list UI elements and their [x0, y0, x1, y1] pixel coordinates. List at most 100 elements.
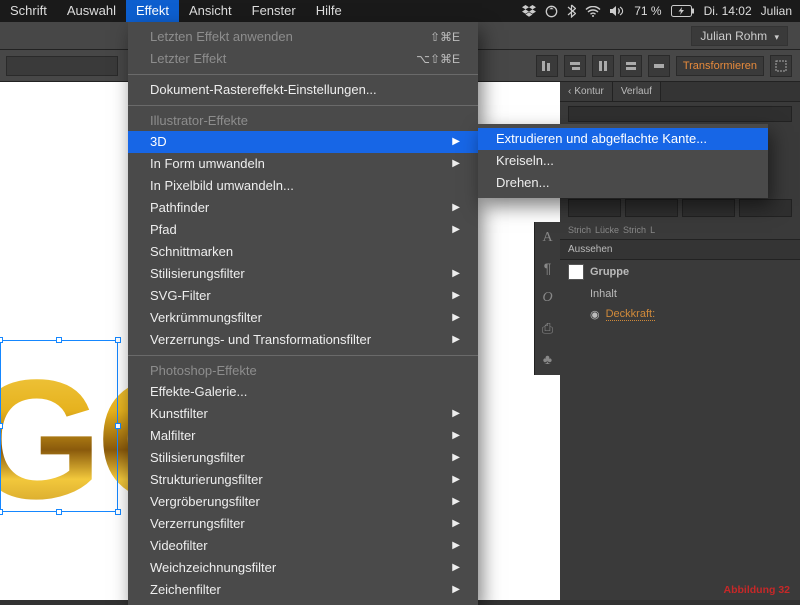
menu-item-doc-raster[interactable]: Dokument-Rastereffekt-Einstellungen...: [128, 79, 478, 101]
menu-item-label: Verzerrungsfilter: [150, 515, 444, 533]
menu-item[interactable]: Videofilter▶: [128, 535, 478, 557]
submenu-arrow-icon: ▶: [452, 199, 460, 217]
stroke-weight-field[interactable]: [568, 106, 792, 122]
menu-header-illustrator: Illustrator-Effekte: [128, 110, 478, 131]
menu-item[interactable]: Verzerrungsfilter▶: [128, 513, 478, 535]
sync-icon[interactable]: [545, 5, 558, 18]
menu-item[interactable]: Schnittmarken: [128, 241, 478, 263]
submenu-arrow-icon: ▶: [452, 427, 460, 445]
selection-handle[interactable]: [115, 509, 121, 515]
submenu-arrow-icon: ▶: [452, 471, 460, 489]
dash-field[interactable]: [682, 199, 735, 217]
align-button-1[interactable]: [536, 55, 558, 77]
submenu-arrow-icon: ▶: [452, 537, 460, 555]
menu-item[interactable]: Strukturierungsfilter ▶: [128, 469, 478, 491]
tab-kontur[interactable]: Kontur: [560, 82, 613, 101]
menu-item[interactable]: Pfad▶: [128, 219, 478, 241]
menu-effekt[interactable]: Effekt: [126, 0, 179, 22]
eye-icon[interactable]: ◉: [590, 308, 600, 321]
menu-item[interactable]: Vergröberungsfilter▶: [128, 491, 478, 513]
menu-item[interactable]: Zeichenfilter ▶: [128, 579, 478, 601]
align-button-4[interactable]: [620, 55, 642, 77]
menu-item[interactable]: Weichzeichnungsfilter▶: [128, 557, 478, 579]
fill-swatch[interactable]: [568, 264, 584, 280]
dash-field[interactable]: [739, 199, 792, 217]
menu-item-label: Schnittmarken: [150, 243, 460, 261]
submenu-item[interactable]: Drehen...: [478, 172, 768, 194]
menu-hilfe[interactable]: Hilfe: [306, 0, 352, 22]
submenu-arrow-icon: ▶: [452, 581, 460, 599]
menu-fenster[interactable]: Fenster: [242, 0, 306, 22]
selection-handle[interactable]: [115, 423, 121, 429]
menu-item-label: Effekte-Galerie...: [150, 383, 460, 401]
submenu-arrow-icon: ▶: [452, 265, 460, 283]
type-panel-icon[interactable]: A: [542, 230, 552, 246]
wifi-icon[interactable]: [585, 6, 601, 17]
submenu-item[interactable]: Kreiseln...: [478, 150, 768, 172]
menu-item-label: Pfad: [150, 221, 444, 239]
menu-item[interactable]: Stilisierungsfilter ▶: [128, 263, 478, 285]
menu-item[interactable]: Pathfinder▶: [128, 197, 478, 219]
toolbar-left-group[interactable]: [6, 56, 118, 76]
transform-button[interactable]: Transformieren: [676, 56, 764, 76]
selection-handle[interactable]: [115, 337, 121, 343]
align-button-5[interactable]: [648, 55, 670, 77]
chevron-down-icon: ▾: [774, 32, 779, 42]
submenu-arrow-icon: ▶: [452, 405, 460, 423]
tab-verlauf[interactable]: Verlauf: [613, 82, 661, 101]
menu-item[interactable]: Malfilter▶: [128, 425, 478, 447]
menu-schrift[interactable]: Schrift: [0, 0, 57, 22]
menu-item[interactable]: Stilisierungsfilter▶: [128, 447, 478, 469]
menu-item[interactable]: Verzerrungs- und Transformationsfilter▶: [128, 329, 478, 351]
club-icon[interactable]: ♣: [543, 351, 552, 367]
menu-item[interactable]: Effekte-Galerie...: [128, 381, 478, 403]
opacity-link[interactable]: Deckkraft:: [606, 308, 656, 321]
menu-item[interactable]: Kunstfilter▶: [128, 403, 478, 425]
account-button[interactable]: Julian Rohm ▾: [691, 26, 788, 46]
selection-handle[interactable]: [0, 509, 3, 515]
menu-auswahl[interactable]: Auswahl: [57, 0, 126, 22]
menu-ansicht[interactable]: Ansicht: [179, 0, 242, 22]
shortcut-label: ⌥⇧⌘E: [416, 50, 460, 68]
dash-field[interactable]: [568, 199, 621, 217]
submenu-arrow-icon: ▶: [452, 331, 460, 349]
submenu-arrow-icon: ▶: [452, 493, 460, 511]
clock-text[interactable]: Di. 14:02: [704, 4, 752, 18]
menu-item-label: 3D: [150, 133, 444, 151]
mac-menubar: Schrift Auswahl Effekt Ansicht Fenster H…: [0, 0, 800, 22]
bluetooth-icon[interactable]: [567, 4, 576, 18]
menu-item-label: Strukturierungsfilter: [150, 471, 444, 489]
menu-item[interactable]: Verkrümmungsfilter▶: [128, 307, 478, 329]
menu-item-last-effect-apply: Letzten Effekt anwenden ⇧⌘E: [128, 26, 478, 48]
menu-item-label: Stilisierungsfilter: [150, 265, 444, 283]
selection-handle[interactable]: [0, 423, 3, 429]
selection-handle[interactable]: [56, 337, 62, 343]
menu-item-label: Weichzeichnungsfilter: [150, 559, 444, 577]
selection-handle[interactable]: [56, 509, 62, 515]
usb-icon[interactable]: ⎙: [542, 320, 553, 337]
menu-item-label: Dokument-Rastereffekt-Einstellungen...: [150, 81, 460, 99]
paragraph-panel-icon[interactable]: ¶: [544, 260, 552, 276]
menu-item[interactable]: In Form umwandeln▶: [128, 153, 478, 175]
dash-label: L: [650, 225, 655, 235]
align-button-2[interactable]: [564, 55, 586, 77]
align-button-3[interactable]: [592, 55, 614, 77]
dash-label: Lücke: [595, 225, 619, 235]
menu-item[interactable]: In Pixelbild umwandeln...: [128, 175, 478, 197]
toolbar-extra-button[interactable]: [770, 55, 792, 77]
menu-item[interactable]: SVG-Filter▶: [128, 285, 478, 307]
opentype-panel-icon[interactable]: O: [542, 290, 552, 306]
menu-item-label: Zeichenfilter: [150, 581, 444, 599]
menu-item[interactable]: 3D▶: [128, 131, 478, 153]
dropbox-icon[interactable]: [522, 5, 536, 17]
user-text[interactable]: Julian: [761, 4, 792, 18]
battery-icon[interactable]: [671, 5, 695, 17]
dash-field[interactable]: [625, 199, 678, 217]
selection-box: [0, 340, 118, 512]
volume-icon[interactable]: [610, 5, 625, 17]
appearance-tab[interactable]: Aussehen: [560, 239, 800, 260]
menubar-status: 71 % Di. 14:02 Julian: [514, 4, 800, 18]
panel-tabs: Kontur Verlauf: [560, 82, 800, 102]
selection-handle[interactable]: [0, 337, 3, 343]
submenu-item[interactable]: Extrudieren und abgeflachte Kante...: [478, 128, 768, 150]
